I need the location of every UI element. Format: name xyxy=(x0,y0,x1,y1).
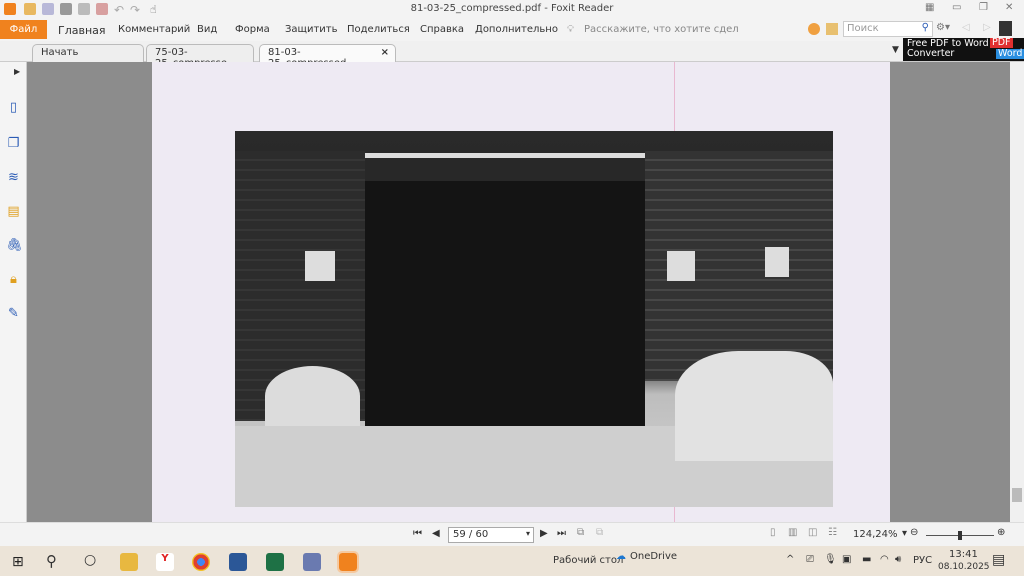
next-view-icon[interactable]: ▷ xyxy=(983,22,991,33)
ribbon-menu: Файл Главная Комментарий Вид Форма Защит… xyxy=(0,19,1024,41)
menu-file[interactable]: Файл xyxy=(0,20,47,39)
menu-share[interactable]: Поделиться xyxy=(347,24,410,35)
tab-bar: Начать 75-03-25_compresse... 81-03-25_co… xyxy=(0,38,1024,69)
garage-gate xyxy=(365,181,645,426)
electric-box xyxy=(305,251,335,281)
menu-form[interactable]: Форма xyxy=(235,24,270,35)
zoom-out-button[interactable]: ⊖ xyxy=(910,527,918,538)
menu-help[interactable]: Справка xyxy=(420,24,464,35)
tab-75[interactable]: 75-03-25_compresse... xyxy=(146,44,254,69)
menu-protect[interactable]: Защитить xyxy=(285,24,338,35)
tray-app-icon[interactable]: ▣ xyxy=(842,554,851,565)
file-explorer-icon[interactable] xyxy=(120,553,138,571)
facing-page-icon[interactable]: ◫ xyxy=(808,527,817,538)
garage-gate-photo xyxy=(235,131,833,507)
clock-time[interactable]: 13:41 xyxy=(949,549,978,560)
last-page-button[interactable]: ⏭ xyxy=(557,528,566,539)
desktop-toolbar[interactable]: Рабочий стол xyxy=(553,555,623,566)
chrome-icon[interactable] xyxy=(192,553,210,571)
microphone-icon[interactable]: 🎙︎ xyxy=(824,554,837,565)
attachments-icon[interactable]: 🖇︎ xyxy=(6,238,23,253)
extract-page-icon[interactable]: ⧉ xyxy=(577,527,584,538)
volume-icon[interactable]: 🔊︎ xyxy=(895,554,901,565)
lightbulb-icon: 💡︎ xyxy=(567,24,574,35)
onedrive-label[interactable]: OneDrive xyxy=(630,551,677,562)
first-page-button[interactable]: ⏮ xyxy=(413,528,422,539)
cortana-icon[interactable]: ○ xyxy=(84,552,96,568)
title-bar: ↶ ↷ ☝▾ 81-03-25_compressed.pdf - Foxit R… xyxy=(0,0,1024,29)
user-avatar[interactable] xyxy=(999,21,1012,36)
zoom-dropdown[interactable]: ▾ xyxy=(902,528,907,539)
menu-view[interactable]: Вид xyxy=(197,24,217,35)
minimize-button[interactable]: ▭ xyxy=(952,2,961,13)
single-page-icon[interactable]: ▯ xyxy=(770,527,776,538)
light-strip xyxy=(315,153,695,158)
notifications-icon[interactable]: ▤ xyxy=(992,552,1005,568)
vertical-scrollbar[interactable] xyxy=(1010,62,1024,522)
onedrive-icon[interactable]: ☁ xyxy=(616,551,626,562)
security-lock-icon[interactable]: 🔒︎ xyxy=(6,272,21,287)
bookmarks-icon[interactable]: ▯ xyxy=(6,100,21,115)
navigation-panel: ▶ ▯ ❐ ≋ ▤ 🖇︎ 🔒︎ ✎ xyxy=(0,62,27,522)
prev-page-button[interactable]: ◀ xyxy=(432,528,440,539)
feedback-icon[interactable] xyxy=(808,23,820,35)
calculator-icon[interactable] xyxy=(303,553,321,571)
tray-device-icon[interactable]: ⎚ xyxy=(806,554,814,565)
electric-box xyxy=(765,247,789,277)
electric-box xyxy=(667,251,695,281)
tab-81-active[interactable]: 81-03-25_compressed....× xyxy=(259,44,396,69)
search-placeholder: Поиск xyxy=(847,23,879,34)
comments-icon[interactable]: ▤ xyxy=(6,204,21,219)
close-button[interactable]: ✕ xyxy=(1005,2,1013,13)
windows-start-icon[interactable]: ⊞ xyxy=(12,554,24,570)
clock-date[interactable]: 08.10.2025 xyxy=(938,562,990,572)
find-folder-icon[interactable] xyxy=(826,23,838,35)
ad-badge-pdf: PDF xyxy=(990,37,1013,48)
foxit-reader-taskbar-icon[interactable] xyxy=(337,551,359,573)
windows-taskbar: ⊞ ⚲ ○ Y Рабочий стол ☁ OneDrive ^ ⎚ 🎙︎ ▣… xyxy=(0,546,1024,576)
close-tab-icon[interactable]: × xyxy=(381,47,389,58)
excel-icon[interactable] xyxy=(266,553,284,571)
gear-icon[interactable]: ⚙▾ xyxy=(936,22,950,33)
pages-icon[interactable]: ❐ xyxy=(6,136,21,151)
pdf-to-word-ad[interactable]: Free PDF to Word Converter PDF Word xyxy=(903,38,1024,61)
snow-pile xyxy=(265,366,360,426)
continuous-page-icon[interactable]: ▥ xyxy=(788,527,797,538)
status-bar: ⏮ ◀ 59 / 60 ▾ ▶ ⏭ ⧉ ⧉ ▯ ▥ ◫ ☷ 124,24% ▾ ⊖… xyxy=(0,522,1024,546)
expand-panel-icon[interactable]: ▶ xyxy=(14,67,20,76)
insert-page-icon[interactable]: ⧉ xyxy=(596,527,603,538)
page-number-input[interactable]: 59 / 60 ▾ xyxy=(448,527,534,543)
scroll-thumb[interactable] xyxy=(1012,488,1022,502)
continuous-facing-icon[interactable]: ☷ xyxy=(828,527,837,538)
yandex-browser-icon[interactable]: Y xyxy=(156,553,174,571)
language-indicator[interactable]: РУС xyxy=(913,555,932,566)
search-taskbar-icon[interactable]: ⚲ xyxy=(46,552,57,570)
restore-button[interactable]: ❐ xyxy=(979,2,988,13)
snow-pile xyxy=(675,351,833,461)
word-icon[interactable] xyxy=(229,553,247,571)
tell-me-input[interactable]: Расскажите, что хотите сдел xyxy=(584,24,739,35)
layers-icon[interactable]: ≋ xyxy=(6,170,21,185)
wifi-icon[interactable]: ◠ xyxy=(880,554,889,565)
signature-icon[interactable]: ✎ xyxy=(6,306,21,321)
window-title: 81-03-25_compressed.pdf - Foxit Reader xyxy=(410,3,614,14)
menu-extra[interactable]: Дополнительно xyxy=(475,24,558,35)
search-input[interactable]: Поиск ⚲ xyxy=(843,21,933,37)
menu-home[interactable]: Главная xyxy=(58,24,106,37)
zoom-in-button[interactable]: ⊕ xyxy=(997,527,1005,538)
zoom-level[interactable]: 124,24% xyxy=(853,529,898,540)
battery-icon[interactable]: ▬ xyxy=(862,554,871,565)
next-page-button[interactable]: ▶ xyxy=(540,528,548,539)
tab-start[interactable]: Начать xyxy=(32,44,144,62)
zoom-slider-thumb[interactable] xyxy=(958,531,962,540)
show-hidden-icons[interactable]: ^ xyxy=(786,554,794,565)
menu-comment[interactable]: Комментарий xyxy=(118,24,190,35)
prev-view-icon[interactable]: ◁ xyxy=(962,22,970,33)
page-number-value: 59 / 60 xyxy=(453,529,489,540)
search-icon[interactable]: ⚲ xyxy=(922,22,929,33)
layout-icon[interactable]: ▦ xyxy=(925,2,934,13)
tab-list-dropdown[interactable]: ▼ xyxy=(892,45,899,55)
ad-badge-word: Word xyxy=(996,48,1024,59)
